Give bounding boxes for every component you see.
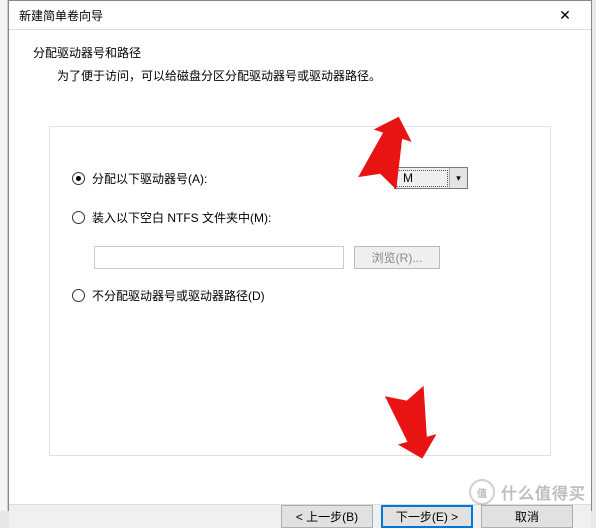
radio-assign[interactable] (72, 172, 85, 185)
mount-path-input (94, 246, 344, 269)
watermark-text: 什么值得买 (501, 480, 586, 504)
drive-letter-value: M (396, 170, 448, 187)
back-button[interactable]: < 上一步(B) (281, 505, 373, 528)
browse-button: 浏览(R)... (354, 246, 440, 269)
wizard-dialog: 新建简单卷向导 ✕ 分配驱动器号和路径 为了便于访问，可以给磁盘分区分配驱动器号… (8, 0, 592, 511)
radio-none[interactable] (72, 289, 85, 302)
close-button[interactable]: ✕ (545, 1, 585, 29)
options-panel: 分配以下驱动器号(A): M ▾ 装入以下空白 NTFS 文件夹中(M): 浏览… (49, 126, 551, 456)
wizard-footer: < 上一步(B) 下一步(E) > 取消 (9, 504, 591, 528)
wizard-content: 分配以下驱动器号(A): M ▾ 装入以下空白 NTFS 文件夹中(M): 浏览… (9, 104, 591, 504)
option-assign-letter[interactable]: 分配以下驱动器号(A): M ▾ (72, 167, 528, 189)
window-title: 新建简单卷向导 (19, 7, 545, 24)
radio-mount[interactable] (72, 211, 85, 224)
option-mount-label: 装入以下空白 NTFS 文件夹中(M): (92, 209, 271, 226)
background-chrome (0, 0, 8, 511)
option-none-label: 不分配驱动器号或驱动器路径(D) (92, 287, 265, 304)
wizard-header: 分配驱动器号和路径 为了便于访问，可以给磁盘分区分配驱动器号或驱动器路径。 (9, 30, 591, 104)
mount-path-row: 浏览(R)... (94, 246, 528, 269)
next-button[interactable]: 下一步(E) > (381, 505, 473, 528)
header-description: 为了便于访问，可以给磁盘分区分配驱动器号或驱动器路径。 (33, 67, 567, 84)
drive-letter-select[interactable]: M ▾ (394, 167, 468, 189)
cancel-button[interactable]: 取消 (481, 505, 573, 528)
header-title: 分配驱动器号和路径 (33, 44, 567, 61)
close-icon: ✕ (559, 7, 571, 24)
chevron-down-icon: ▾ (449, 168, 467, 188)
option-mount-folder[interactable]: 装入以下空白 NTFS 文件夹中(M): (72, 209, 528, 226)
titlebar: 新建简单卷向导 ✕ (9, 1, 591, 30)
watermark: 值 什么值得买 (469, 479, 586, 505)
option-assign-label: 分配以下驱动器号(A): (92, 170, 207, 187)
watermark-logo: 值 (469, 479, 495, 505)
option-no-assign[interactable]: 不分配驱动器号或驱动器路径(D) (72, 287, 528, 304)
